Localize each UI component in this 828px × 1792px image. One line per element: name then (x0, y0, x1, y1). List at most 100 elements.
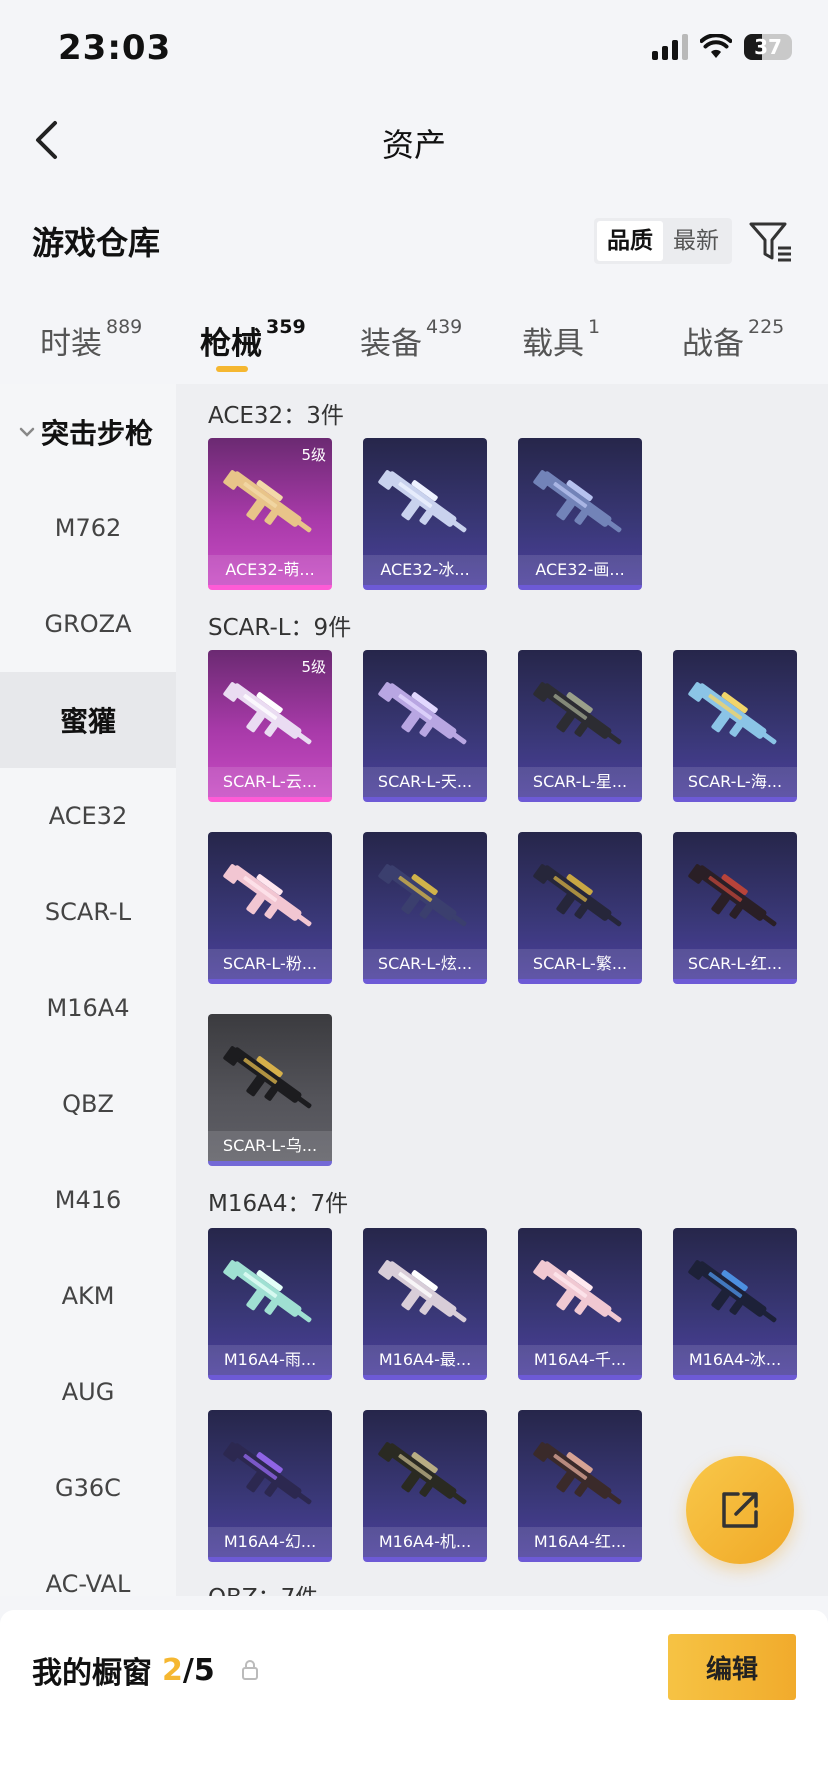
skin-name: SCAR-L-星... (518, 767, 642, 797)
tab-vehicles[interactable]: 载具 1 (522, 316, 601, 363)
skin-name: SCAR-L-云... (208, 767, 332, 797)
chevron-down-icon (19, 427, 35, 437)
rifle-icon (533, 1442, 622, 1505)
skin-level-badge: 5级 (301, 446, 326, 464)
skin-card[interactable]: ACE32-冰... (363, 438, 487, 590)
skin-card[interactable]: SCAR-L-星... (518, 650, 642, 802)
sort-option-quality[interactable]: 品质 (597, 221, 663, 261)
skin-card[interactable]: SCAR-L-繁... (518, 832, 642, 984)
section-title: 游戏仓库 (32, 224, 161, 262)
sidebar-item-m16a4[interactable]: M16A4 (0, 960, 176, 1056)
sidebar-item-m416[interactable]: M416 (0, 1152, 176, 1248)
section-header: 游戏仓库 品质 最新 (0, 206, 828, 276)
skin-card[interactable]: M16A4-机... (363, 1410, 487, 1562)
sidebar-item-honey-badger[interactable]: 蜜獾 (0, 672, 176, 768)
skin-name: SCAR-L-粉... (208, 949, 332, 979)
sort-option-newest[interactable]: 最新 (663, 221, 729, 261)
skin-card[interactable]: SCAR-L-乌... (208, 1014, 332, 1166)
skin-name: M16A4-红... (518, 1527, 642, 1557)
nav-bar: 资产 (0, 100, 828, 180)
tab-label: 载具 (522, 326, 584, 362)
skin-card[interactable]: SCAR-L-天... (363, 650, 487, 802)
showcase-label: 我的橱窗 (32, 1656, 152, 1691)
skin-card[interactable]: SCAR-L-红... (673, 832, 797, 984)
skin-card[interactable]: 5级 SCAR-L-云... (208, 650, 332, 802)
tab-count: 225 (748, 316, 785, 338)
sidebar-group-assault-rifles[interactable]: 突击步枪 (0, 384, 176, 480)
sidebar-item-m762[interactable]: M762 (0, 480, 176, 576)
rifle-icon (378, 864, 467, 927)
wifi-icon (700, 34, 732, 58)
group-title-m16a4: M16A4：7件 (208, 1191, 349, 1217)
edit-button[interactable]: 编辑 (668, 1634, 796, 1700)
tab-count: 889 (106, 316, 143, 338)
sidebar-item-scar-l[interactable]: SCAR-L (0, 864, 176, 960)
tab-count: 1 (588, 316, 601, 338)
sort-toggle: 品质 最新 (594, 218, 732, 264)
sidebar-item-ac-val[interactable]: AC-VAL (0, 1536, 176, 1596)
skin-name: M16A4-冰... (673, 1345, 797, 1375)
tab-label: 战备 (682, 326, 744, 362)
rifle-icon (533, 682, 622, 745)
rifle-icon (688, 1260, 777, 1323)
skin-card[interactable]: M16A4-幻... (208, 1410, 332, 1562)
rifle-icon (378, 1260, 467, 1323)
lock-icon (241, 1660, 258, 1680)
sidebar-item-qbz[interactable]: QBZ (0, 1056, 176, 1152)
sidebar-group-label: 突击步枪 (40, 417, 153, 450)
rifle-icon (223, 470, 312, 533)
share-button[interactable] (686, 1456, 794, 1564)
skin-card[interactable]: 5级 ACE32-萌... (208, 438, 332, 590)
category-tabs: 时装 889 枪械 359 装备 439 载具 1 战备 225 (0, 306, 828, 380)
rifle-icon (688, 864, 777, 927)
tab-guns[interactable]: 枪械 359 (200, 316, 306, 363)
skin-card[interactable]: SCAR-L-炫... (363, 832, 487, 984)
filter-button[interactable] (748, 220, 794, 264)
skin-card[interactable]: ACE32-画... (518, 438, 642, 590)
skin-name: ACE32-萌... (208, 555, 332, 585)
sidebar-item-g36c[interactable]: G36C (0, 1440, 176, 1536)
skin-card[interactable]: M16A4-雨... (208, 1228, 332, 1380)
showcase-current: 2 (162, 1652, 183, 1688)
skin-name: M16A4-千... (518, 1345, 642, 1375)
tab-fashion[interactable]: 时装 889 (40, 316, 143, 363)
skin-card[interactable]: SCAR-L-海... (673, 650, 797, 802)
tab-equipment[interactable]: 装备 439 (360, 316, 463, 363)
rifle-icon (533, 470, 622, 533)
tab-supplies[interactable]: 战备 225 (682, 316, 785, 363)
skin-name: SCAR-L-乌... (208, 1131, 332, 1161)
battery-icon: 37 (744, 34, 792, 60)
rifle-icon (688, 682, 777, 745)
skin-name: SCAR-L-海... (673, 767, 797, 797)
rifle-icon (223, 1046, 312, 1109)
group-title-qbz: QBZ：7件 (208, 1578, 318, 1596)
skin-card[interactable]: M16A4-千... (518, 1228, 642, 1380)
sidebar-item-aug[interactable]: AUG (0, 1344, 176, 1440)
tab-label: 枪械 (200, 326, 262, 362)
skin-card[interactable]: M16A4-最... (363, 1228, 487, 1380)
status-bar: 23:03 37 (0, 0, 828, 100)
sidebar-item-ace32[interactable]: ACE32 (0, 768, 176, 864)
tab-count: 439 (426, 316, 463, 338)
skin-name: M16A4-最... (363, 1345, 487, 1375)
weapon-sidebar: 突击步枪 M762 GROZA 蜜獾 ACE32 SCAR-L M16A4 QB… (0, 384, 176, 1596)
rifle-icon (533, 1260, 622, 1323)
rifle-icon (223, 1442, 312, 1505)
rifle-icon (223, 1260, 312, 1323)
skin-card[interactable]: SCAR-L-粉... (208, 832, 332, 984)
skin-name: ACE32-画... (518, 555, 642, 585)
rifle-icon (223, 682, 312, 745)
tab-label: 装备 (360, 326, 422, 362)
skin-card[interactable]: M16A4-红... (518, 1410, 642, 1562)
rifle-icon (378, 682, 467, 745)
cellular-signal-icon (652, 34, 688, 60)
skin-card[interactable]: M16A4-冰... (673, 1228, 797, 1380)
group-title-scar-l: SCAR-L：9件 (208, 615, 352, 641)
skin-name: SCAR-L-炫... (363, 949, 487, 979)
group-title-ace32: ACE32：3件 (208, 403, 344, 429)
skin-name: M16A4-雨... (208, 1345, 332, 1375)
tab-label: 时装 (40, 326, 102, 362)
sidebar-item-akm[interactable]: AKM (0, 1248, 176, 1344)
sidebar-item-groza[interactable]: GROZA (0, 576, 176, 672)
showcase-total: /5 (182, 1652, 215, 1688)
